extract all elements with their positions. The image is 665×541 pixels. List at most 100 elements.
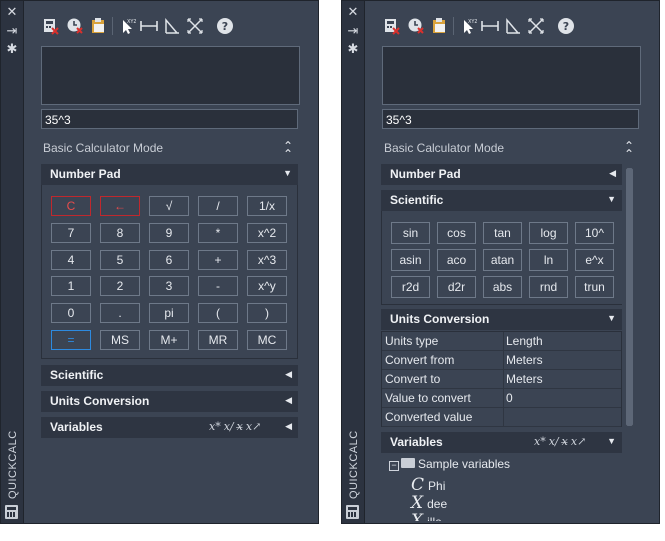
collapse-all-icon[interactable]: ⌃ ⌃ [281, 140, 295, 160]
calculator-variable-icon[interactable]: x↗ [571, 435, 586, 448]
key-button[interactable]: MC [247, 330, 287, 350]
units-row-value[interactable]: Meters [503, 370, 622, 388]
scientific-key-button[interactable]: rnd [529, 276, 568, 298]
section-number-pad[interactable]: Number Pad ◀ [381, 164, 622, 185]
key-button[interactable]: 3 [149, 276, 189, 296]
variable-item[interactable]: C Phi [411, 475, 445, 495]
scientific-key-button[interactable]: atan [483, 249, 522, 271]
calculator-variable-icon[interactable]: x↗ [246, 420, 261, 433]
units-row[interactable]: Converted value [382, 408, 621, 427]
clear-history-icon[interactable] [406, 15, 426, 37]
key-button[interactable]: 6 [149, 250, 189, 270]
angle-of-line-icon[interactable] [162, 15, 182, 37]
key-button[interactable]: - [198, 276, 238, 296]
new-variable-icon[interactable]: x* [534, 435, 546, 448]
section-scientific[interactable]: Scientific ▼ [381, 190, 622, 211]
paste-to-command-line-icon[interactable] [429, 15, 449, 37]
scientific-key-button[interactable]: trun [575, 276, 614, 298]
units-row-value[interactable]: 0 [503, 389, 622, 407]
key-button[interactable]: √ [149, 196, 189, 216]
tree-root[interactable]: − Sample variables [389, 457, 510, 471]
edit-variable-icon[interactable]: x/ [224, 420, 234, 433]
key-button[interactable]: 5 [100, 250, 140, 270]
key-button[interactable]: 4 [51, 250, 91, 270]
units-row-value[interactable] [503, 408, 622, 426]
clear-icon[interactable] [41, 15, 61, 37]
history-area[interactable] [382, 46, 641, 105]
key-button[interactable]: ← [100, 196, 140, 216]
properties-icon[interactable]: ✱ [4, 42, 20, 56]
history-area[interactable] [41, 46, 300, 105]
properties-icon[interactable]: ✱ [345, 42, 361, 56]
section-units-conversion[interactable]: Units Conversion ▼ [381, 309, 622, 330]
key-button[interactable]: MS [100, 330, 140, 350]
delete-variable-icon[interactable]: x̶ [237, 420, 243, 433]
key-button[interactable]: 1/x [247, 196, 287, 216]
key-button[interactable]: ) [247, 303, 287, 323]
units-row[interactable]: Units type Length [382, 332, 621, 351]
scientific-key-button[interactable]: asin [391, 249, 430, 271]
variable-item[interactable]: Xille [411, 511, 442, 521]
clear-history-icon[interactable] [65, 15, 85, 37]
units-row-value[interactable]: Meters [503, 351, 622, 369]
expression-input[interactable]: 35^3 [41, 109, 298, 129]
key-button[interactable]: 8 [100, 223, 140, 243]
edit-variable-icon[interactable]: x/ [549, 435, 559, 448]
distance-between-two-points-icon[interactable] [139, 15, 159, 37]
scientific-key-button[interactable]: tan [483, 222, 522, 244]
angle-of-line-icon[interactable] [503, 15, 523, 37]
close-icon[interactable]: ✕ [345, 5, 361, 19]
expression-input[interactable]: 35^3 [382, 109, 639, 129]
vertical-scrollbar[interactable] [626, 168, 633, 426]
close-icon[interactable]: ✕ [4, 5, 20, 19]
key-button[interactable]: ( [198, 303, 238, 323]
scientific-key-button[interactable]: e^x [575, 249, 614, 271]
collapse-all-icon[interactable]: ⌃ ⌃ [622, 140, 636, 160]
scientific-key-button[interactable]: log [529, 222, 568, 244]
key-button[interactable]: + [198, 250, 238, 270]
new-variable-icon[interactable]: x* [209, 420, 221, 433]
section-variables[interactable]: Variables x* x/ x̶ x↗ ▼ [381, 432, 622, 453]
units-row[interactable]: Convert to Meters [382, 370, 621, 389]
help-icon[interactable]: ? [556, 15, 576, 37]
variable-item[interactable]: Xdee [411, 493, 447, 513]
intersection-of-two-lines-icon[interactable] [185, 15, 205, 37]
key-button[interactable]: M+ [149, 330, 189, 350]
key-button[interactable]: MR [198, 330, 238, 350]
key-button[interactable]: . [100, 303, 140, 323]
clear-icon[interactable] [382, 15, 402, 37]
intersection-of-two-lines-icon[interactable] [526, 15, 546, 37]
scientific-key-button[interactable]: r2d [391, 276, 430, 298]
paste-to-command-line-icon[interactable] [88, 15, 108, 37]
key-button[interactable]: pi [149, 303, 189, 323]
section-scientific[interactable]: Scientific ◀ [41, 365, 298, 386]
key-button[interactable]: 2 [100, 276, 140, 296]
units-row-value[interactable]: Length [503, 332, 622, 350]
section-number-pad[interactable]: Number Pad ▼ [41, 164, 298, 185]
scientific-key-button[interactable]: aco [437, 249, 476, 271]
scientific-key-button[interactable]: ln [529, 249, 568, 271]
key-button[interactable]: * [198, 223, 238, 243]
help-icon[interactable]: ? [215, 15, 235, 37]
auto-hide-icon[interactable]: ⇥ [345, 24, 361, 38]
key-button[interactable]: 9 [149, 223, 189, 243]
get-coordinates-icon[interactable]: XYZ [117, 15, 137, 37]
scrollbar-thumb[interactable] [626, 168, 633, 426]
scientific-key-button[interactable]: sin [391, 222, 430, 244]
key-button[interactable]: x^y [247, 276, 287, 296]
key-button[interactable]: x^2 [247, 223, 287, 243]
key-button[interactable]: 0 [51, 303, 91, 323]
section-variables[interactable]: Variables x* x/ x̶ x↗ ◀ [41, 417, 298, 438]
scientific-key-button[interactable]: cos [437, 222, 476, 244]
key-button[interactable]: x^3 [247, 250, 287, 270]
collapse-icon[interactable]: − [389, 461, 399, 471]
key-button[interactable]: = [51, 330, 91, 350]
scientific-key-button[interactable]: d2r [437, 276, 476, 298]
scientific-key-button[interactable]: 10^ [575, 222, 614, 244]
scientific-key-button[interactable]: abs [483, 276, 522, 298]
delete-variable-icon[interactable]: x̶ [562, 435, 568, 448]
section-units-conversion[interactable]: Units Conversion ◀ [41, 391, 298, 412]
get-coordinates-icon[interactable]: XYZ [458, 15, 478, 37]
key-button[interactable]: 7 [51, 223, 91, 243]
distance-between-two-points-icon[interactable] [480, 15, 500, 37]
